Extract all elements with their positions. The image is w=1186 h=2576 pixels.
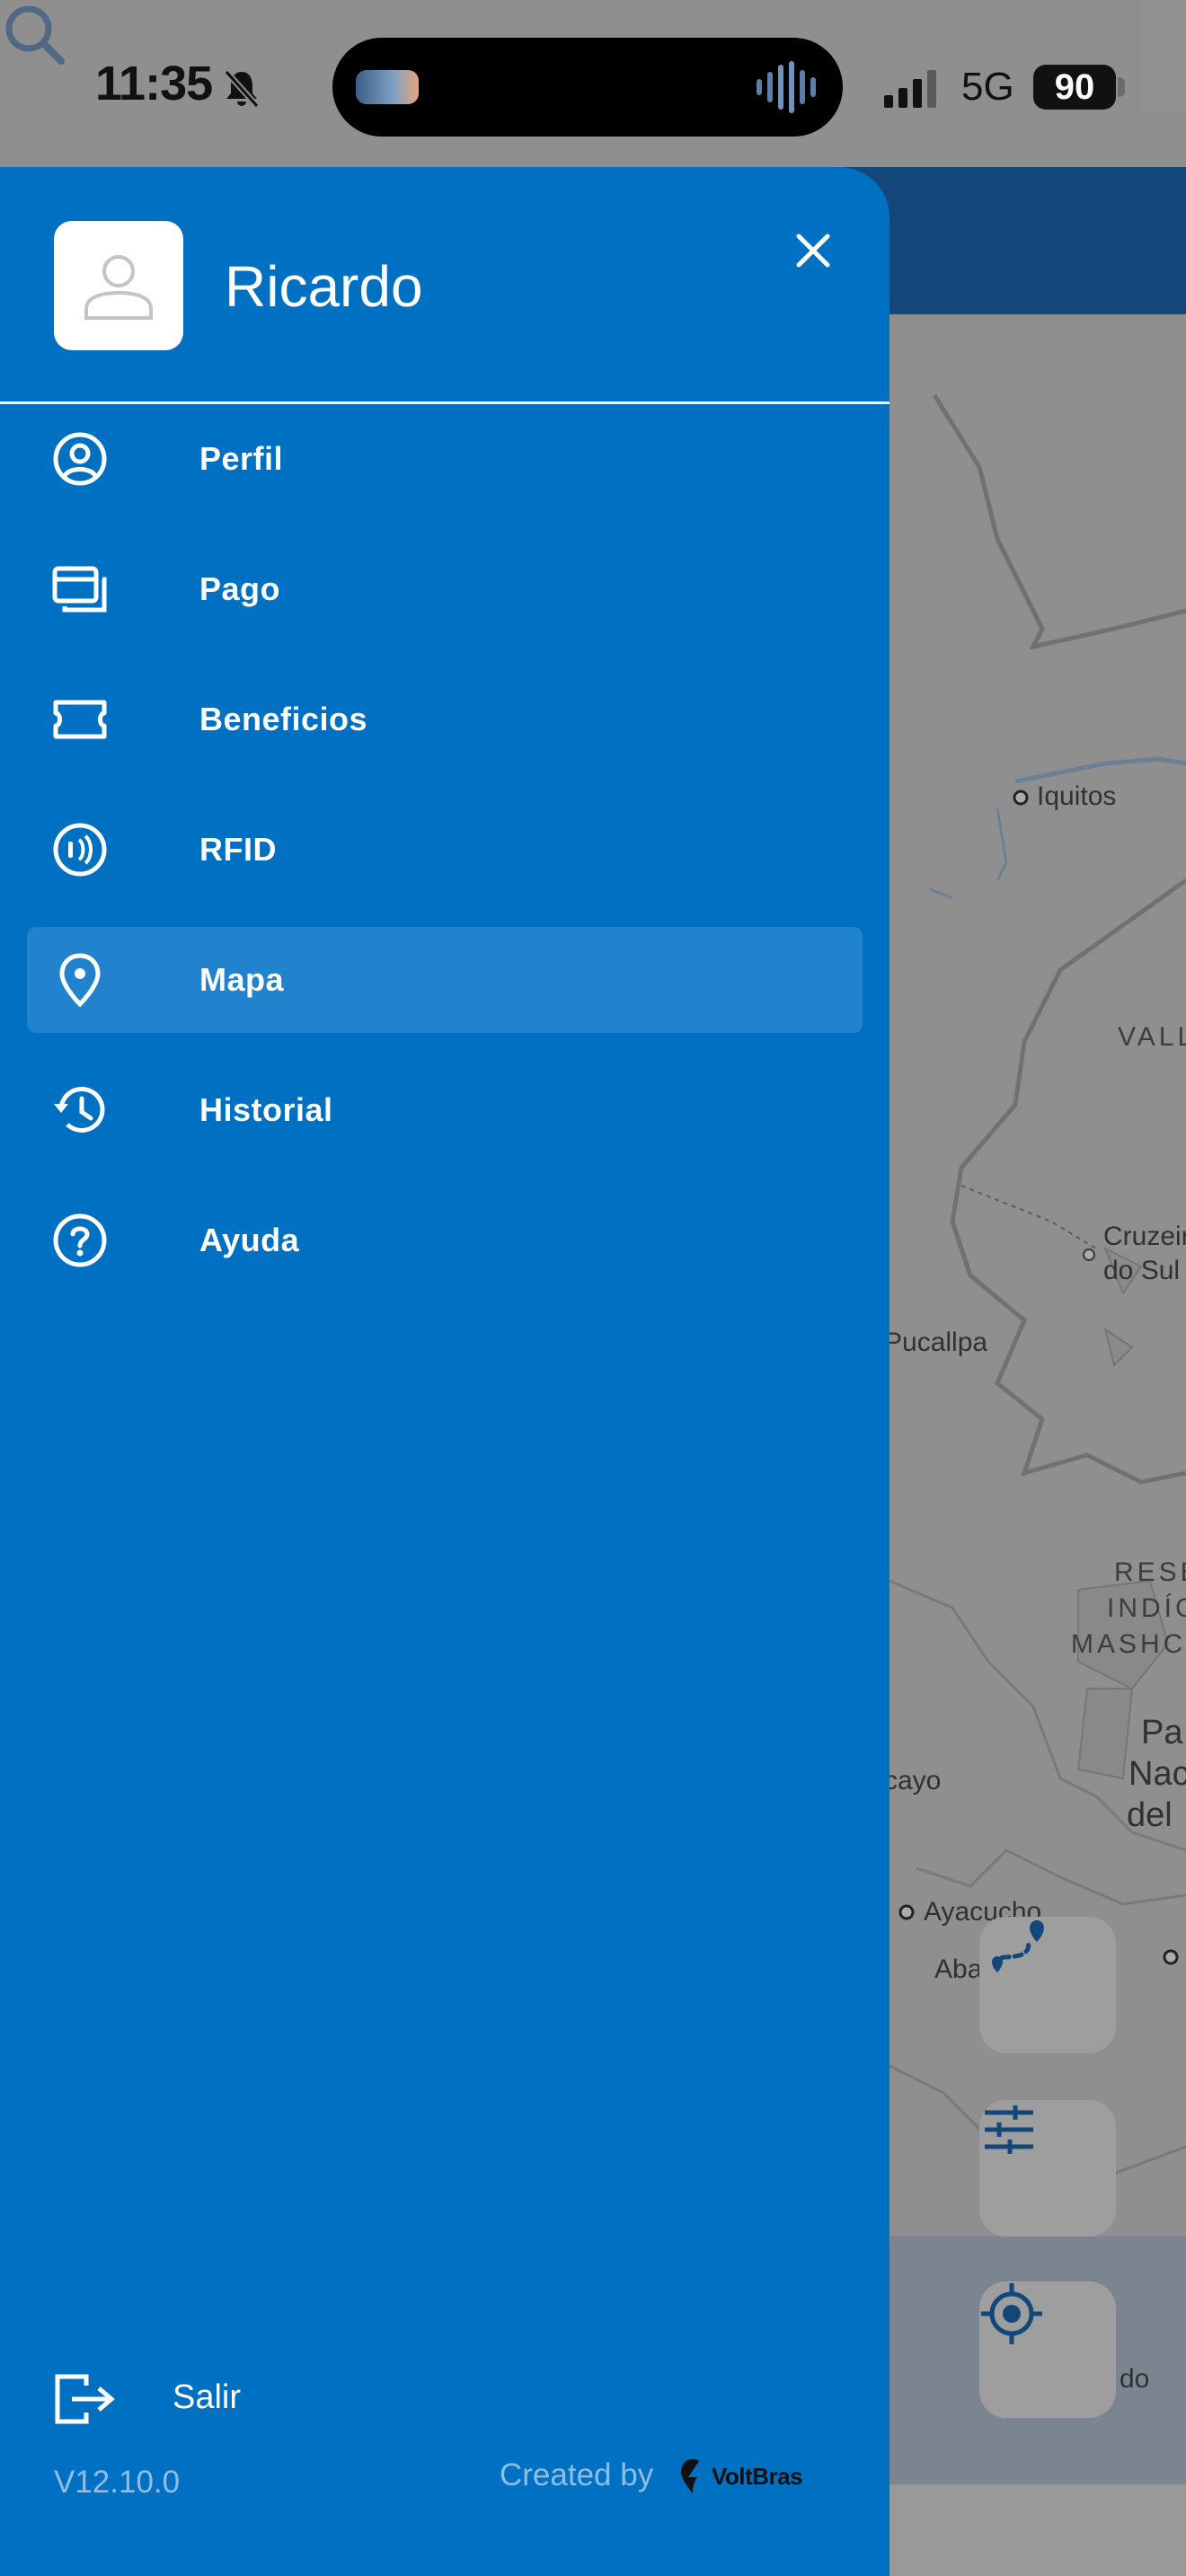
avatar[interactable] [54, 221, 183, 350]
media-thumbnail [356, 70, 419, 104]
menu-item-beneficios[interactable]: Beneficios [27, 666, 863, 772]
close-icon [796, 234, 830, 268]
menu-item-rfid[interactable]: RFID [27, 797, 863, 903]
status-bar: 11:35 5G 90 [0, 0, 1186, 167]
menu-label: RFID [199, 831, 277, 868]
menu-label: Pago [199, 570, 281, 607]
menu-item-mapa[interactable]: Mapa [27, 927, 863, 1033]
menu-item-pago[interactable]: Pago [27, 536, 863, 642]
battery-level: 90 [1054, 66, 1095, 107]
map-pin-icon [59, 953, 101, 1008]
close-drawer-button[interactable] [782, 219, 845, 282]
history-icon [54, 1086, 105, 1133]
logout-label: Salir [173, 2378, 242, 2416]
menu-label: Beneficios [199, 701, 368, 737]
menu-label: Historial [199, 1091, 333, 1128]
status-time: 11:35 [95, 57, 213, 110]
menu-item-ayuda[interactable]: Ayuda [27, 1187, 863, 1293]
network-type: 5G [961, 65, 1014, 109]
logout-button[interactable]: Salir [54, 2366, 323, 2438]
user-name: Ricardo [225, 254, 423, 319]
menu-label: Perfil [199, 440, 284, 477]
audio-wave-icon [757, 61, 816, 113]
menu-label: Ayuda [199, 1222, 300, 1258]
signal-strength-icon [884, 70, 936, 108]
app-version: V12.10.0 [54, 2465, 181, 2500]
brand-logo: VoltBras [679, 2456, 814, 2497]
user-placeholder-icon [84, 255, 153, 320]
menu-item-perfil[interactable]: Perfil [27, 406, 863, 512]
battery-tip [1118, 77, 1125, 97]
rfid-icon [53, 823, 107, 877]
menu-label: Mapa [199, 961, 285, 998]
help-icon [53, 1213, 107, 1267]
cards-icon [52, 566, 107, 613]
user-circle-icon [53, 432, 107, 486]
battery-indicator: 90 [1033, 65, 1116, 110]
brand-name: VoltBras [712, 2462, 803, 2490]
drawer-header: Ricardo [0, 167, 890, 404]
logout-icon [55, 2374, 115, 2424]
side-drawer: Ricardo Perfil Pago Beneficios RFID Mapa… [0, 167, 890, 2576]
created-by-text: Created by [500, 2457, 654, 2492]
ticket-icon [53, 700, 107, 739]
dynamic-island [332, 38, 843, 137]
brand-bolt-icon [681, 2459, 699, 2493]
menu-item-historial[interactable]: Historial [27, 1057, 863, 1163]
bell-muted-icon [224, 69, 260, 108]
